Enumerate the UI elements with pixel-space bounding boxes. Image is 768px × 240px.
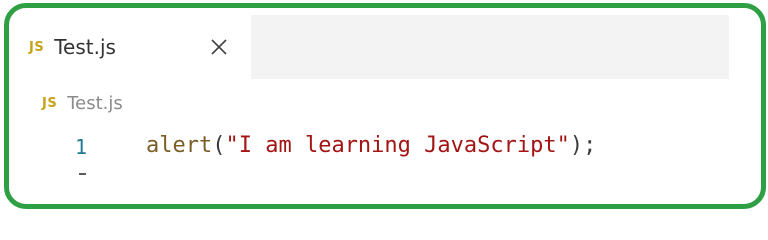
- code-text[interactable]: alert("I am learning JavaScript");: [146, 133, 596, 158]
- javascript-file-icon: JS: [42, 95, 58, 111]
- code-close-token: );: [569, 133, 597, 158]
- code-string-token: "I am learning JavaScript": [225, 133, 570, 158]
- tab-bar: JS Test.js: [19, 15, 729, 79]
- tab-label: Test.js: [54, 35, 116, 59]
- javascript-file-icon: JS: [29, 39, 45, 55]
- gutter-dash: [79, 173, 86, 175]
- breadcrumb[interactable]: JS Test.js: [42, 91, 123, 115]
- editor-frame: JS Test.js JS Test.js 1 alert("I am lear…: [4, 3, 766, 209]
- line-number: 1: [75, 135, 88, 159]
- code-paren-token: (: [212, 133, 226, 158]
- breadcrumb-label: Test.js: [67, 92, 123, 114]
- code-function-token: alert: [146, 133, 213, 158]
- close-icon[interactable]: [207, 35, 231, 59]
- tab-test-js[interactable]: JS Test.js: [19, 15, 251, 79]
- code-line[interactable]: 1 alert("I am learning JavaScript");: [9, 133, 761, 163]
